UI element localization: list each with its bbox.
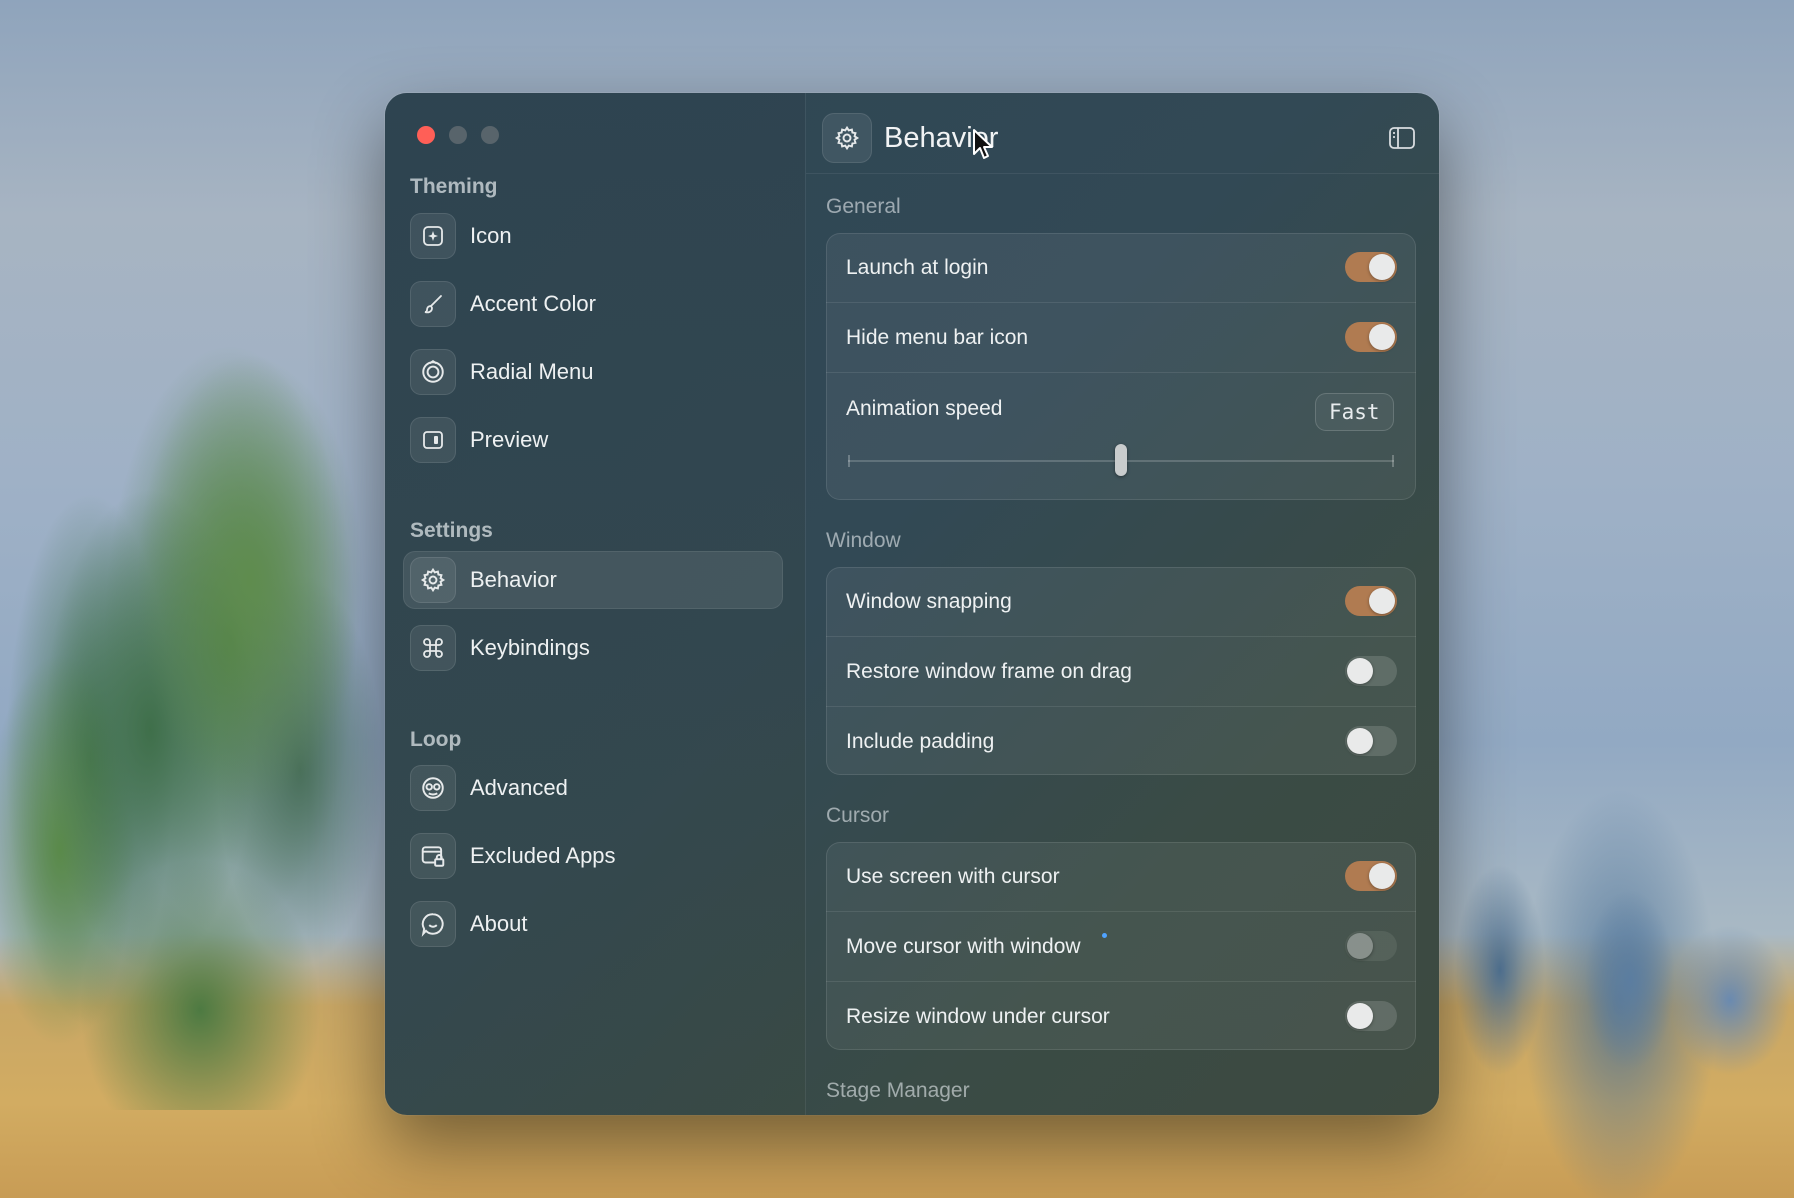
row-restore-window-frame: Restore window frame on drag	[826, 637, 1416, 706]
sidebar-item-preview[interactable]: Preview	[403, 411, 783, 469]
wallpaper-trees-left	[0, 250, 400, 1110]
close-window-button[interactable]	[417, 126, 435, 144]
row-window-snapping: Window snapping	[826, 567, 1416, 636]
sidebar-item-label: Excluded Apps	[470, 843, 616, 868]
row-label: Hide menu bar icon	[846, 325, 1029, 349]
gear-icon	[410, 557, 456, 603]
mouse-cursor-icon	[973, 129, 993, 159]
sidebar-item-radial-menu[interactable]: Radial Menu	[403, 343, 783, 401]
cursor-card: Use screen with cursor Move cursor with …	[826, 842, 1416, 1050]
command-icon	[410, 625, 456, 671]
row-move-cursor-with-window: Move cursor with window	[826, 912, 1416, 981]
sidebar-item-label: Radial Menu	[470, 359, 594, 384]
row-launch-at-login: Launch at login	[826, 233, 1416, 302]
group-label-general: General	[826, 195, 901, 218]
window-lock-icon	[410, 833, 456, 879]
sidebar-section-settings: Settings	[410, 519, 493, 542]
window-card: Window snapping Restore window frame on …	[826, 567, 1416, 775]
resize-window-under-cursor-toggle[interactable]	[1345, 1001, 1397, 1031]
sidebar-item-excluded-apps[interactable]: Excluded Apps	[403, 827, 783, 885]
group-label-cursor: Cursor	[826, 804, 890, 827]
sidebar-item-label: About	[470, 911, 528, 936]
row-include-padding: Include padding	[826, 707, 1416, 776]
animation-speed-label: Animation speed	[846, 397, 1003, 420]
header-gear-icon	[822, 113, 872, 163]
sidebar-toggle-icon[interactable]	[1385, 121, 1419, 155]
sidebar-item-accent-color[interactable]: Accent Color	[403, 275, 783, 333]
row-resize-window-under-cursor: Resize window under cursor	[826, 982, 1416, 1051]
move-cursor-with-window-toggle[interactable]	[1345, 931, 1397, 961]
sidebar-item-behavior[interactable]: Behavior	[403, 551, 783, 609]
header-divider	[806, 173, 1439, 174]
message-bubble-icon	[410, 901, 456, 947]
sidebar-item-label: Icon	[470, 223, 512, 248]
minimize-window-button[interactable]	[449, 126, 467, 144]
sidebar-item-keybindings[interactable]: Keybindings	[403, 619, 783, 677]
animation-speed-slider[interactable]	[848, 444, 1394, 476]
sidebar-item-label: Keybindings	[470, 635, 590, 660]
use-screen-with-cursor-toggle[interactable]	[1345, 861, 1397, 891]
row-label: Move cursor with window	[846, 934, 1081, 958]
paintbrush-icon	[410, 281, 456, 327]
zoom-window-button[interactable]	[481, 126, 499, 144]
sidebar-item-label: Accent Color	[470, 291, 596, 316]
hide-menu-bar-icon-toggle[interactable]	[1345, 322, 1397, 352]
wallpaper-trees-right	[1430, 820, 1794, 1100]
row-label: Launch at login	[846, 255, 989, 279]
sidebar-divider	[805, 93, 806, 1115]
animation-speed-value: Fast	[1315, 393, 1394, 431]
row-label: Use screen with cursor	[846, 864, 1060, 888]
radial-ring-icon	[410, 349, 456, 395]
gauge-icon	[410, 765, 456, 811]
launch-at-login-toggle[interactable]	[1345, 252, 1397, 282]
sidebar-item-icon[interactable]: Icon	[403, 207, 783, 265]
sidebar-item-label: Advanced	[470, 775, 568, 800]
row-label: Restore window frame on drag	[846, 659, 1132, 683]
general-card: Launch at login Hide menu bar icon Anima…	[826, 233, 1416, 500]
settings-window: Theming Icon Accent Color Radial Menu Pr…	[385, 93, 1439, 1115]
sidebar-item-advanced[interactable]: Advanced	[403, 759, 783, 817]
include-padding-toggle[interactable]	[1345, 726, 1397, 756]
sidebar-item-label: Preview	[470, 427, 549, 452]
window-snapping-toggle[interactable]	[1345, 586, 1397, 616]
sidebar-section-theming: Theming	[410, 175, 498, 198]
preview-panel-icon	[410, 417, 456, 463]
row-hide-menu-bar-icon: Hide menu bar icon	[826, 303, 1416, 372]
row-label: Include padding	[846, 729, 995, 753]
info-dot	[1102, 933, 1107, 938]
row-label: Resize window under cursor	[846, 1004, 1110, 1028]
sidebar-item-about[interactable]: About	[403, 895, 783, 953]
sidebar-section-loop: Loop	[410, 728, 462, 751]
group-label-window: Window	[826, 529, 901, 552]
row-use-screen-with-cursor: Use screen with cursor	[826, 842, 1416, 911]
slider-thumb[interactable]	[1115, 444, 1127, 476]
sidebar-item-label: Behavior	[470, 567, 557, 592]
restore-window-frame-toggle[interactable]	[1345, 656, 1397, 686]
app-icon	[410, 213, 456, 259]
group-label-stage-manager: Stage Manager	[826, 1079, 970, 1102]
row-label: Window snapping	[846, 589, 1012, 613]
